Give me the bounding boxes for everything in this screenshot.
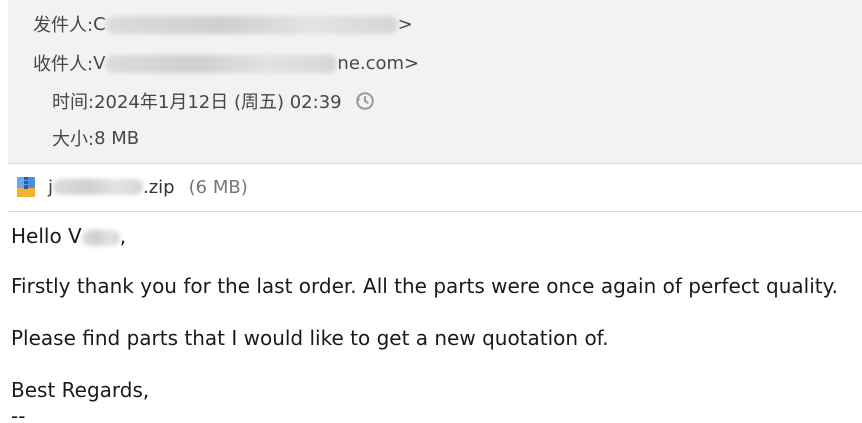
size-value: 8 MB: [94, 127, 140, 149]
redacted-filename: [53, 179, 144, 195]
time-value: 2024年1月12日 (周五) 02:39: [94, 92, 342, 113]
redacted-name: [81, 229, 120, 246]
redacted-sender: [105, 15, 398, 34]
from-label: 发件人:: [33, 15, 94, 36]
from-value[interactable]: C >: [93, 14, 413, 35]
redacted-recipient: [105, 54, 338, 73]
email-header: 发件人: C > 收件人: Vne.com> 时间: 2024年1月12日 (周五…: [8, 0, 862, 163]
body-line-2: Please find parts that I would like to g…: [11, 326, 609, 350]
email-view: 发件人: C > 收件人: Vne.com> 时间: 2024年1月12日 (周五…: [0, 0, 862, 423]
time-label: 时间:: [52, 92, 95, 113]
size-label: 大小:: [52, 129, 95, 150]
from-value-end: >: [397, 13, 413, 35]
attachment-divider: [8, 211, 862, 212]
greeting: Hello V,: [11, 224, 126, 248]
size-row: 大小: 8 MB: [52, 125, 139, 151]
signature-separator: --: [11, 404, 26, 423]
header-divider: [8, 163, 862, 164]
greeting-end: ,: [119, 224, 127, 248]
closing: Best Regards,: [11, 378, 150, 402]
attachment-item[interactable]: j .zip (6 MB): [16, 174, 248, 200]
attachment-name-end: .zip: [143, 176, 175, 198]
to-value-end: ne.com>: [337, 52, 420, 74]
from-value-start: C: [93, 13, 106, 35]
zip-archive-icon: [17, 177, 35, 197]
to-value-start: V: [93, 52, 106, 74]
to-label: 收件人:: [33, 54, 94, 75]
attachment-size: (6 MB): [188, 176, 248, 198]
greeting-start: Hello V: [11, 224, 82, 248]
time-row: 时间: 2024年1月12日 (周五) 02:39: [52, 88, 376, 114]
to-value[interactable]: Vne.com>: [93, 53, 419, 74]
from-row: 发件人: C >: [33, 11, 413, 37]
history-icon[interactable]: [354, 90, 376, 112]
body-line-1: Firstly thank you for the last order. Al…: [11, 274, 838, 298]
to-row: 收件人: Vne.com>: [33, 50, 419, 76]
